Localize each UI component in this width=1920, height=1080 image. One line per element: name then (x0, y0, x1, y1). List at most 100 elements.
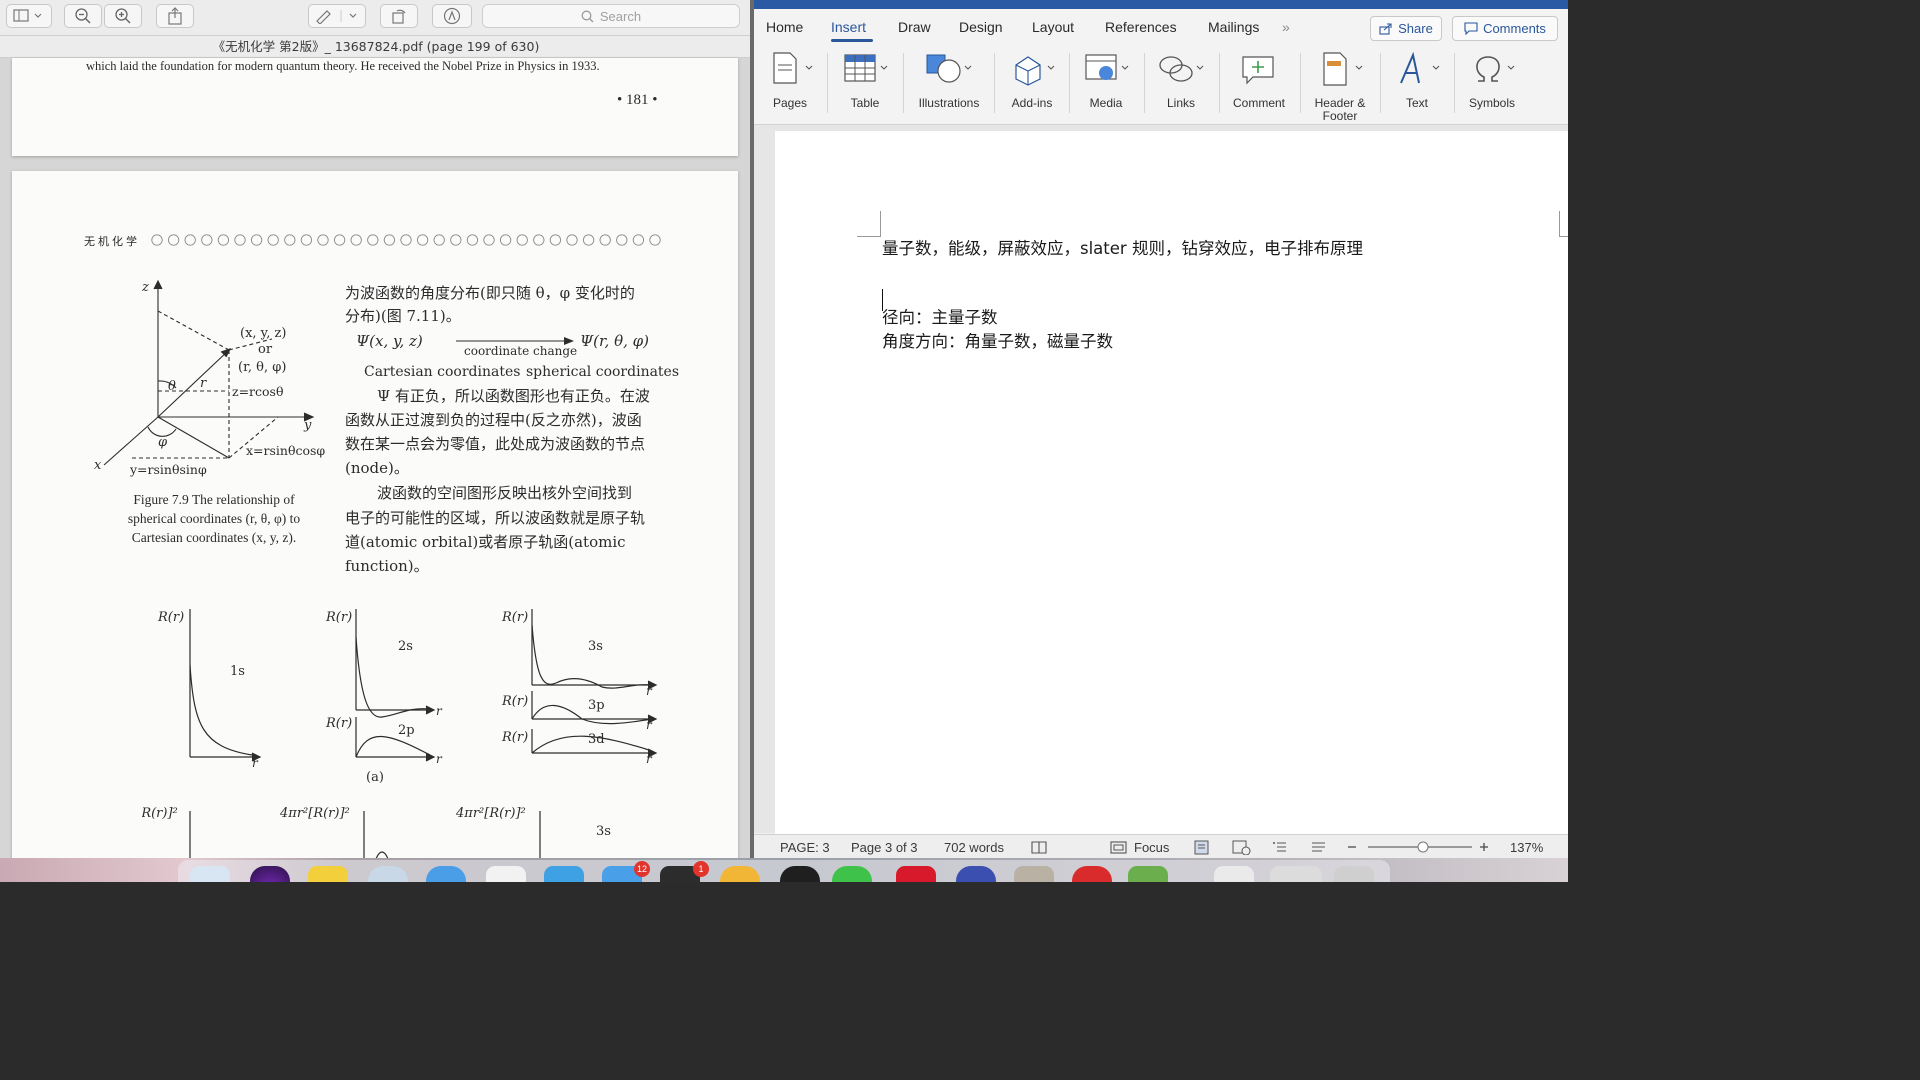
page-count[interactable]: Page 3 of 3 (851, 840, 918, 855)
decorative-circle (582, 234, 595, 246)
ribbon-links-button[interactable]: Links (1152, 49, 1210, 119)
annotate-button[interactable] (432, 4, 472, 28)
share-button[interactable] (156, 4, 194, 28)
tab-design[interactable]: Design (959, 19, 1003, 35)
siri-icon[interactable] (250, 866, 290, 882)
ribbon-label: Symbols (1468, 96, 1515, 110)
decorative-circle (167, 234, 180, 246)
ribbon-divider (1144, 53, 1145, 113)
ribbon-divider (1300, 53, 1301, 113)
outline-view-icon[interactable] (1271, 840, 1289, 855)
web-layout-icon[interactable] (1231, 840, 1251, 855)
word-title-bar (754, 0, 1568, 9)
pen-icon (316, 10, 357, 24)
ribbon-comment-button[interactable]: Comment (1226, 49, 1292, 119)
ribbon-divider (1454, 53, 1455, 113)
more-tabs-chevron-icon[interactable]: » (1282, 19, 1290, 35)
document-line[interactable]: 量子数，能级，屏蔽效应，slater 规则，钻穿效应，电子排布原理 (882, 235, 1363, 259)
ribbon-table-button[interactable]: Table (836, 49, 894, 119)
ribbon-divider (1380, 53, 1381, 113)
tab-insert[interactable]: Insert (831, 19, 866, 35)
r-label: r (200, 376, 207, 391)
rotate-button[interactable] (380, 4, 418, 28)
markup-circle-icon (443, 7, 461, 25)
media-icon (1085, 54, 1129, 80)
paragraph-line: 电子的可能性的区域，所以波函数就是原子轨 (345, 509, 646, 527)
safari-icon[interactable] (426, 866, 466, 882)
word-count[interactable]: 702 words (944, 840, 1004, 855)
tab-references[interactable]: References (1105, 19, 1177, 35)
point-xyz-label: (x, y, z) (240, 326, 286, 341)
decorative-circle (151, 234, 163, 246)
zoom-level[interactable]: 137% (1510, 840, 1543, 855)
decorative-circle (267, 234, 279, 246)
r-axis-label: r (436, 704, 443, 718)
sidebar-toggle-button[interactable] (6, 4, 52, 28)
markup-button[interactable] (308, 4, 366, 28)
comments-button[interactable]: Comments (1452, 16, 1558, 41)
finder-icon[interactable] (190, 866, 230, 882)
decorative-circle (284, 234, 296, 246)
plot-y-label: R(r) (501, 610, 528, 625)
document-icon[interactable] (1214, 866, 1254, 882)
tab-home[interactable]: Home (766, 19, 803, 35)
ribbon-media-button[interactable]: Media (1076, 49, 1136, 119)
tab-draw[interactable]: Draw (898, 19, 931, 35)
paragraph-line: (node)。 (345, 459, 409, 477)
pdf-document-title: 《无机化学 第2版》_ 13687824.pdf (page 199 of 63… (0, 36, 752, 58)
notes-icon[interactable] (308, 866, 348, 882)
notification-badge: 1 (693, 861, 709, 877)
app-icon[interactable] (1128, 866, 1168, 882)
decorative-circle (466, 234, 479, 246)
pdf-search-field[interactable]: Search (482, 4, 740, 28)
decorative-circle (184, 234, 196, 246)
page-corner-mark (857, 211, 881, 237)
share-button[interactable]: Share (1370, 16, 1442, 41)
zoom-slider[interactable] (1346, 840, 1488, 855)
document-line[interactable]: 角度方向：角量子数，磁量子数 (882, 328, 1113, 352)
document-page[interactable]: 量子数，能级，屏蔽效应，slater 规则，钻穿效应，电子排布原理 径向：主量子… (775, 131, 1568, 841)
z-equation: z=rcosθ (232, 384, 284, 399)
draft-view-icon[interactable] (1310, 840, 1328, 855)
stack-icon[interactable] (1270, 866, 1322, 882)
decorative-circle (549, 234, 562, 246)
zoom-slider-thumb (1417, 841, 1429, 853)
document-line[interactable]: 径向：主量子数 (882, 304, 998, 328)
ribbon-add-ins-button[interactable]: Add-ins (1002, 49, 1062, 119)
photos-icon[interactable] (486, 866, 526, 882)
running-head: 无机化学 (84, 236, 140, 248)
decorative-circle (350, 234, 362, 246)
zoom-out-button[interactable] (64, 4, 102, 28)
ribbon-pages-button[interactable]: Pages (764, 49, 816, 119)
app-icon[interactable] (1014, 866, 1054, 882)
decorative-circle (416, 234, 429, 246)
focus-mode-button[interactable]: Focus (1134, 840, 1169, 855)
ribbon-illustrations-button[interactable]: Illustrations (910, 49, 988, 119)
rotate-icon (392, 9, 406, 24)
comment-bubble-icon (1464, 22, 1478, 35)
mail-icon[interactable] (544, 866, 584, 882)
sidebar-icon (13, 9, 42, 22)
decorative-circle (367, 234, 379, 246)
app-icon[interactable] (720, 866, 760, 882)
app-icon[interactable] (1072, 866, 1112, 882)
app-icon[interactable] (896, 866, 936, 882)
print-layout-icon[interactable] (1193, 840, 1211, 855)
ribbon-insert: Pages Table Illustrations Add-ins Media (754, 43, 1568, 125)
zoom-in-button[interactable] (104, 4, 142, 28)
trash-icon[interactable] (1334, 866, 1374, 882)
ribbon-label: Table (850, 96, 880, 110)
system-preferences-icon[interactable] (368, 866, 408, 882)
wechat-icon[interactable] (832, 866, 872, 882)
proofing-book-icon[interactable] (1030, 840, 1048, 855)
tab-mailings[interactable]: Mailings (1208, 19, 1259, 35)
ribbon-header-footer-button[interactable]: Header & Footer (1308, 49, 1372, 123)
ribbon-text-button[interactable]: Text (1388, 49, 1446, 119)
ribbon-label: Media (1089, 96, 1123, 110)
app-icon[interactable] (780, 866, 820, 882)
ribbon-symbols-button[interactable]: Symbols (1462, 49, 1522, 119)
tab-layout[interactable]: Layout (1032, 19, 1074, 35)
app-icon[interactable] (956, 866, 996, 882)
table-icon (844, 54, 888, 82)
page-field[interactable]: PAGE: 3 (780, 840, 830, 855)
